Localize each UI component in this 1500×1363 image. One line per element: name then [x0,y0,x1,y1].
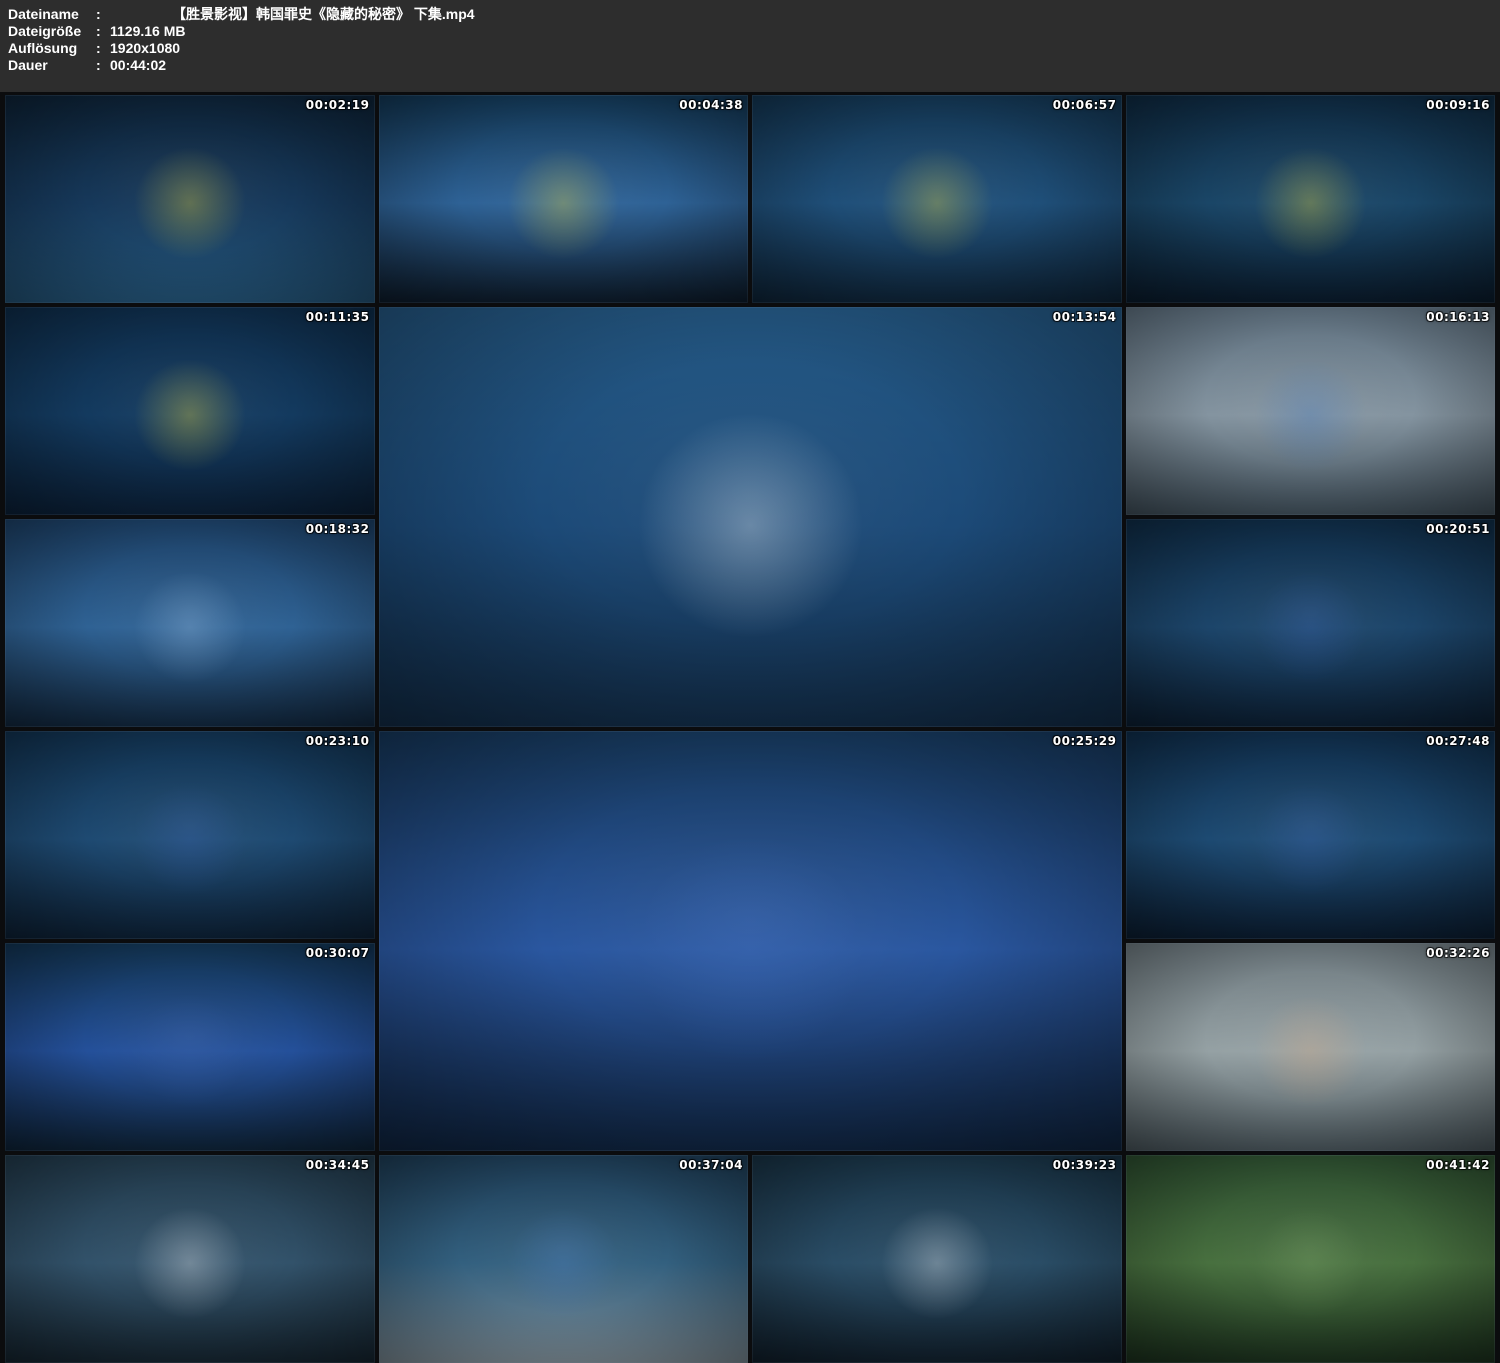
meta-row-resolution: Auflösung : 1920x1080 [8,40,1490,57]
video-thumbnail: 00:39:23 [752,1155,1122,1363]
thumbnail-timestamp: 00:32:26 [1426,946,1490,960]
thumbnail-timestamp: 00:13:54 [1053,310,1117,324]
thumbnail-timestamp: 00:27:48 [1426,734,1490,748]
separator: : [96,57,110,74]
resolution-value: 1920x1080 [110,40,180,57]
video-contact-sheet: Dateiname : 【胜景影视】韩国罪史《隐藏的秘密》 下集.mp4 Dat… [0,0,1500,1363]
video-thumbnail: 00:02:19 [5,95,375,303]
meta-row-filesize: Dateigröße : 1129.16 MB [8,23,1490,40]
filesize-value: 1129.16 MB [110,23,186,40]
filename-label: Dateiname [8,6,96,23]
thumbnail-grid: 00:02:19 00:04:38 00:06:57 00:09:16 00:11:35… [5,95,1495,1363]
duration-label: Dauer [8,57,96,74]
thumbnail-timestamp: 00:23:10 [306,734,370,748]
meta-row-filename: Dateiname : 【胜景影视】韩国罪史《隐藏的秘密》 下集.mp4 [8,6,1490,23]
video-thumbnail: 00:25:29 [379,731,1122,1151]
resolution-label: Auflösung [8,40,96,57]
video-thumbnail: 00:11:35 [5,307,375,515]
video-thumbnail: 00:30:07 [5,943,375,1151]
filename-value: 【胜景影视】韩国罪史《隐藏的秘密》 下集.mp4 [110,6,475,23]
video-thumbnail: 00:04:38 [379,95,749,303]
video-thumbnail: 00:34:45 [5,1155,375,1363]
thumbnail-timestamp: 00:20:51 [1426,522,1490,536]
video-thumbnail: 00:37:04 [379,1155,749,1363]
video-thumbnail: 00:20:51 [1126,519,1496,727]
video-thumbnail: 00:41:42 [1126,1155,1496,1363]
video-thumbnail: 00:16:13 [1126,307,1496,515]
thumbnail-timestamp: 00:18:32 [306,522,370,536]
video-thumbnail: 00:09:16 [1126,95,1496,303]
separator: : [96,40,110,57]
thumbnail-timestamp: 00:39:23 [1053,1158,1117,1172]
thumbnail-timestamp: 00:34:45 [306,1158,370,1172]
thumbnail-timestamp: 00:11:35 [306,310,370,324]
video-thumbnail: 00:23:10 [5,731,375,939]
thumbnail-timestamp: 00:25:29 [1053,734,1117,748]
thumbnail-timestamp: 00:41:42 [1426,1158,1490,1172]
video-thumbnail: 00:27:48 [1126,731,1496,939]
thumbnail-timestamp: 00:16:13 [1426,310,1490,324]
thumbnail-timestamp: 00:37:04 [679,1158,743,1172]
video-thumbnail: 00:13:54 [379,307,1122,727]
separator: : [96,23,110,40]
filesize-label: Dateigröße [8,23,96,40]
file-metadata-header: Dateiname : 【胜景影视】韩国罪史《隐藏的秘密》 下集.mp4 Dat… [0,0,1500,92]
video-thumbnail: 00:32:26 [1126,943,1496,1151]
thumbnail-timestamp: 00:09:16 [1426,98,1490,112]
video-thumbnail: 00:18:32 [5,519,375,727]
separator: : [96,6,110,23]
thumbnail-timestamp: 00:30:07 [306,946,370,960]
thumbnail-timestamp: 00:04:38 [679,98,743,112]
thumbnail-timestamp: 00:06:57 [1053,98,1117,112]
thumbnail-timestamp: 00:02:19 [306,98,370,112]
meta-row-duration: Dauer : 00:44:02 [8,57,1490,74]
duration-value: 00:44:02 [110,57,166,74]
video-thumbnail: 00:06:57 [752,95,1122,303]
